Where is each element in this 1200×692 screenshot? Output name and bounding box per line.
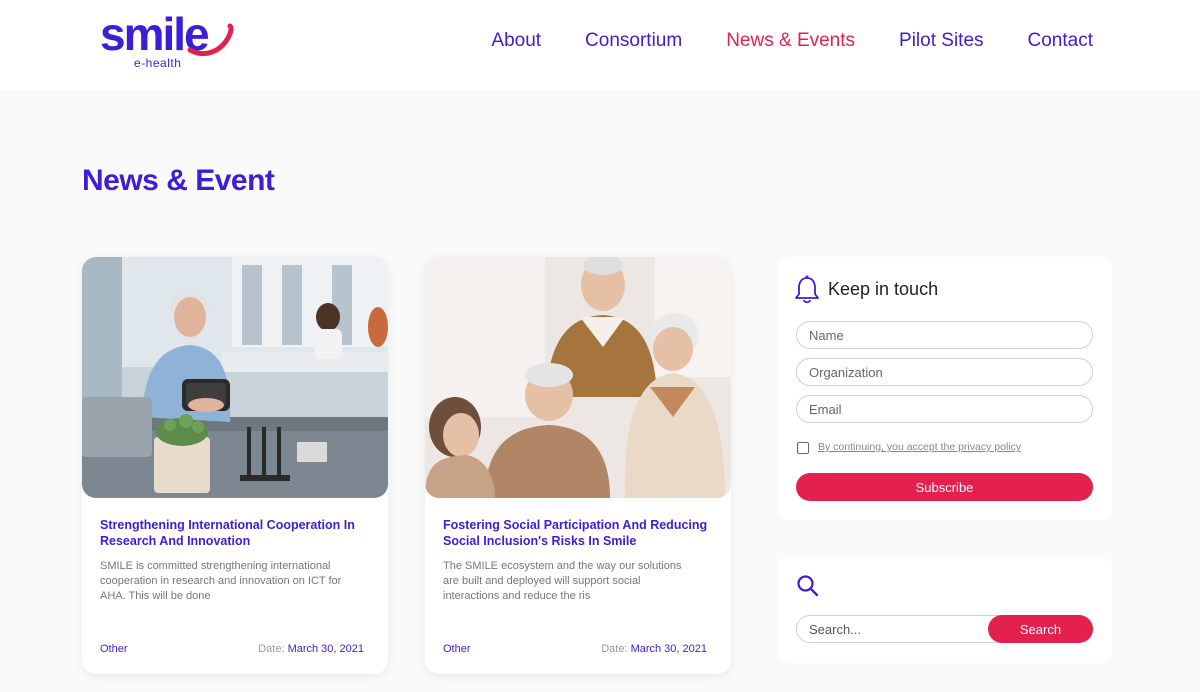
privacy-policy-link[interactable]: By continuing, you accept the privacy po… (818, 441, 1021, 453)
news-card[interactable]: Strengthening International Cooperation … (82, 257, 388, 674)
news-card-title[interactable]: Fostering Social Participation And Reduc… (443, 517, 713, 549)
site-header: smile e-health About Consortium News & E… (0, 0, 1200, 90)
nav-item-contact[interactable]: Contact (1028, 28, 1093, 54)
logo-subtitle: e-health (134, 56, 182, 70)
news-card-image[interactable] (82, 257, 388, 498)
main-nav: About Consortium News & Events Pilot Sit… (447, 28, 1093, 54)
news-card[interactable]: Fostering Social Participation And Reduc… (425, 257, 731, 674)
consent-checkbox[interactable] (797, 442, 809, 454)
date-label: Date: (601, 643, 628, 655)
date-value: March 30, 2021 (630, 643, 707, 655)
photo-woman-vr-headset (82, 257, 388, 498)
subscribe-title: Keep in touch (828, 279, 939, 299)
photo-seniors-laughing (425, 257, 731, 498)
news-card-title[interactable]: Strengthening International Cooperation … (100, 517, 370, 549)
subscribe-button[interactable]: Subscribe (796, 473, 1093, 501)
date-label: Date: (258, 643, 285, 655)
email-field[interactable] (796, 395, 1093, 423)
nav-item-consortium[interactable]: Consortium (585, 28, 682, 54)
news-card-date: Date: March 30, 2021 (601, 643, 707, 655)
bell-icon (795, 275, 819, 304)
nav-item-pilot-sites[interactable]: Pilot Sites (899, 28, 983, 54)
site-logo[interactable]: smile e-health (100, 8, 240, 72)
search-icon (797, 575, 819, 597)
nav-item-about[interactable]: About (491, 28, 541, 54)
news-card-category[interactable]: Other (100, 643, 128, 655)
news-card-excerpt: The SMILE ecosystem and the way our solu… (443, 560, 682, 602)
date-value: March 30, 2021 (287, 643, 364, 655)
news-card-excerpt: SMILE is committed strengthening interna… (100, 560, 342, 602)
page-title: News & Event (82, 164, 275, 197)
nav-item-news-events[interactable]: News & Events (726, 28, 855, 54)
news-card-image[interactable] (425, 257, 731, 498)
news-card-category[interactable]: Other (443, 643, 471, 655)
subscribe-panel: Keep in touch By continuing, you accept … (778, 257, 1112, 520)
search-panel: Search (778, 557, 1112, 663)
logo-swoosh-icon (187, 23, 234, 56)
organization-field[interactable] (796, 358, 1093, 386)
name-field[interactable] (796, 321, 1093, 349)
search-button[interactable]: Search (988, 615, 1093, 643)
news-card-date: Date: March 30, 2021 (258, 643, 364, 655)
